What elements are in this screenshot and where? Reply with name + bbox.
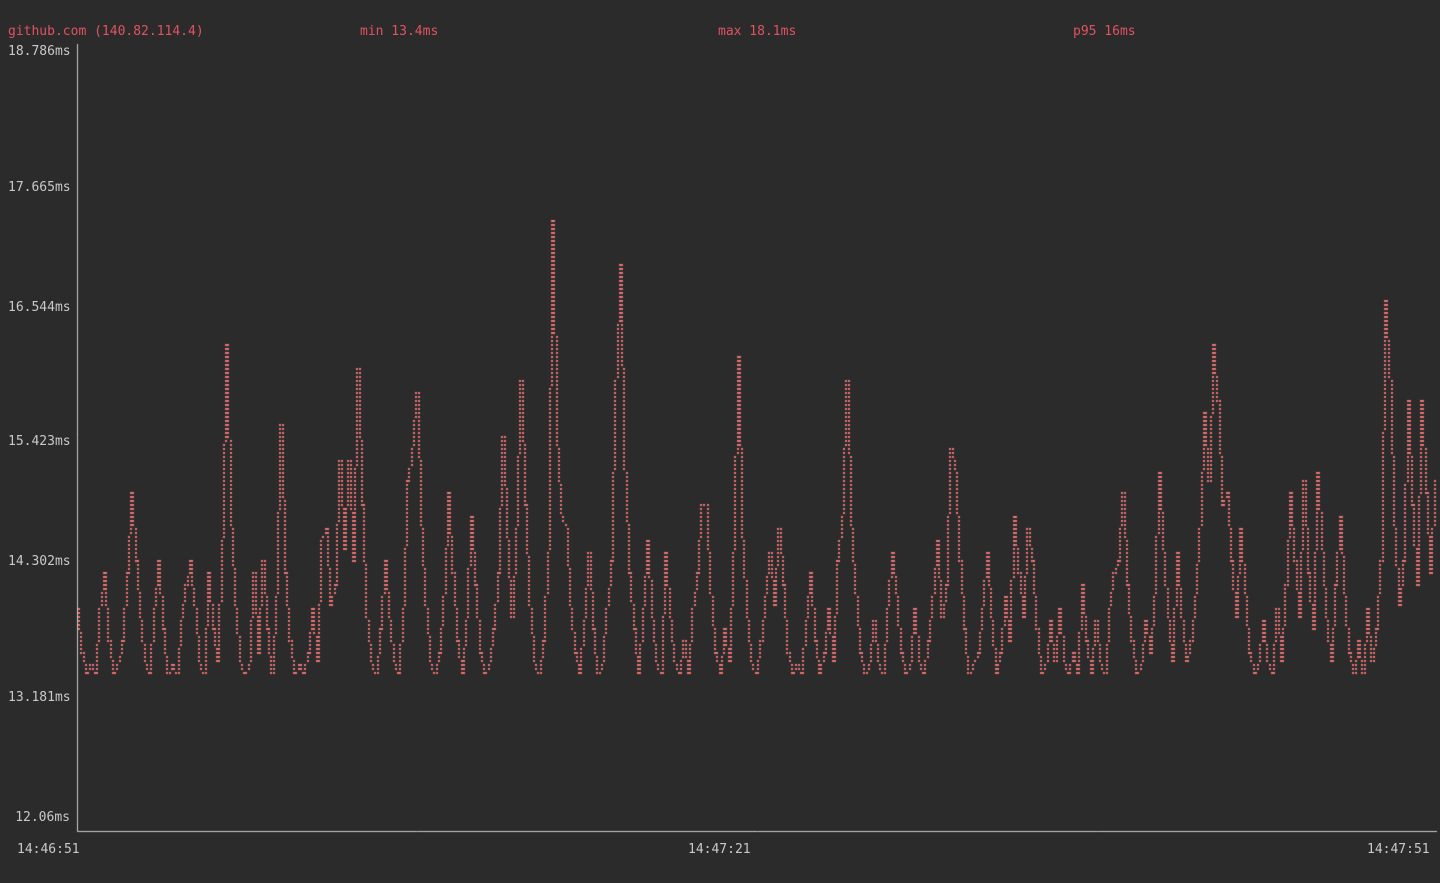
y-axis-tick: 13.181ms bbox=[8, 690, 70, 706]
x-axis-tick-end: 14:47:51 bbox=[1367, 842, 1430, 858]
stat-max: max 18.1ms bbox=[718, 24, 796, 40]
stat-p95: p95 16ms bbox=[1073, 24, 1136, 40]
y-axis-tick: 16.544ms bbox=[8, 300, 70, 316]
x-axis-tick-start: 14:46:51 bbox=[17, 842, 80, 858]
gping-terminal: github.com (140.82.114.4) min 13.4ms max… bbox=[0, 0, 1440, 883]
host-label: github.com (140.82.114.4) bbox=[8, 24, 204, 40]
y-axis-tick: 15.423ms bbox=[8, 434, 70, 450]
x-axis-tick-middle: 14:47:21 bbox=[688, 842, 751, 858]
stat-min: min 13.4ms bbox=[360, 24, 438, 40]
y-axis-tick: 17.665ms bbox=[8, 180, 70, 196]
y-axis-tick: 14.302ms bbox=[8, 554, 70, 570]
y-axis-tick: 18.786ms bbox=[8, 44, 70, 60]
latency-line-chart bbox=[0, 0, 1440, 883]
y-axis-tick: 12.06ms bbox=[8, 810, 70, 826]
